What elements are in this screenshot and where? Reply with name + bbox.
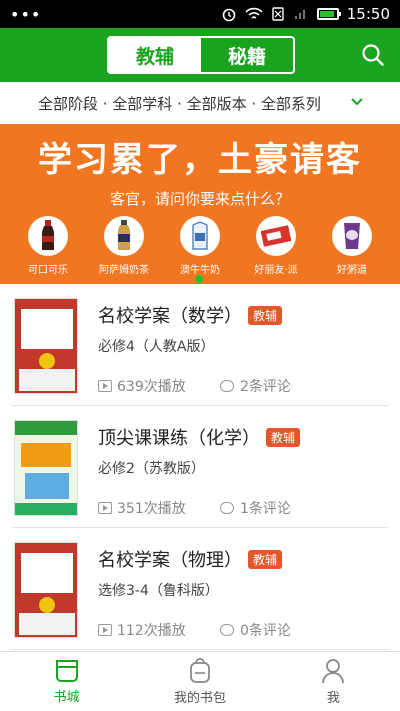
list-item[interactable]: 名校学案（数学） 教辅 必修4（人教A版） 639次播放 2条评论	[12, 284, 388, 406]
product-orion-pie[interactable]: 好丽友·派	[241, 216, 311, 276]
play-count: 112次播放	[117, 623, 186, 639]
app-header: 教辅 秘籍	[0, 28, 400, 82]
nav-label: 书城	[53, 689, 80, 705]
user-icon	[322, 658, 345, 683]
cola-bottle-icon	[28, 216, 68, 256]
product-coca-cola[interactable]: 可口可乐	[13, 216, 83, 276]
book-meta: 639次播放 2条评论	[98, 376, 291, 396]
nav-label: 我	[326, 690, 340, 706]
category-tag: 教辅	[248, 549, 283, 569]
banner-subtitle: 客官，请问你要来点什么？	[109, 190, 290, 208]
status-bar: ••• 15:50	[0, 0, 400, 28]
status-time: 15:50	[346, 5, 390, 23]
wifi-icon	[245, 7, 263, 19]
comment-group: 2条评论	[220, 376, 291, 396]
play-count: 639次播放	[117, 379, 186, 395]
backpack-icon	[190, 657, 210, 683]
nav-bookstore[interactable]: 书城	[0, 652, 133, 711]
comment-count: 2条评论	[240, 379, 291, 395]
product-label: 阿萨姆奶茶	[99, 265, 149, 276]
play-count: 351次播放	[117, 501, 186, 517]
book-title: 名校学案（物理）	[98, 550, 242, 571]
play-icon	[98, 380, 112, 392]
tea-bottle-icon	[104, 216, 144, 256]
book-edition: 必修4（人教A版）	[98, 339, 215, 355]
porridge-cup-icon	[332, 216, 372, 256]
comment-group: 1条评论	[220, 498, 291, 518]
list-item[interactable]: 顶尖课课练（化学） 教辅 必修2（苏教版） 351次播放 1条评论	[12, 406, 388, 528]
book-cover	[14, 298, 78, 394]
product-label: 好粥道	[337, 265, 367, 276]
book-meta: 351次播放 1条评论	[98, 498, 291, 518]
book-title-row: 名校学案（物理） 教辅	[98, 546, 283, 572]
comment-group: 0条评论	[220, 620, 291, 640]
product-assam-tea[interactable]: 阿萨姆奶茶	[89, 216, 159, 276]
comment-icon	[220, 380, 234, 392]
book-title-row: 顶尖课课练（化学） 教辅	[98, 424, 301, 450]
nav-label: 我的书包	[173, 690, 226, 706]
book-title: 顶尖课课练（化学）	[98, 428, 260, 449]
list-item[interactable]: 名校学案（物理） 教辅 选修3-4（鲁科版） 112次播放 0条评论	[12, 528, 388, 650]
book-edition: 选修3-4（鲁科版）	[98, 583, 219, 599]
tab-miji[interactable]: 秘籍	[201, 38, 293, 72]
bottom-nav: 书城 我的书包 我	[0, 651, 400, 711]
chevron-down-icon[interactable]	[350, 95, 364, 109]
promo-banner[interactable]: 学习累了，土豪请客 客官，请问你要来点什么？ 可口可乐 阿萨姆奶茶 澳牛牛奶 好…	[0, 124, 400, 284]
category-switch: 教辅 秘籍	[107, 36, 295, 74]
play-icon	[98, 624, 112, 636]
no-sim-icon	[272, 7, 284, 21]
book-edition: 必修2（苏教版）	[98, 461, 205, 477]
book-meta: 112次播放 0条评论	[98, 620, 291, 640]
battery-icon	[316, 8, 341, 20]
play-icon	[98, 502, 112, 514]
comment-count: 0条评论	[240, 623, 291, 639]
milk-box-icon	[180, 216, 220, 256]
signal-icon	[294, 10, 305, 19]
comment-icon	[220, 502, 234, 514]
tab-jiaofu[interactable]: 教辅	[109, 38, 201, 72]
product-porridge[interactable]: 好粥道	[317, 216, 387, 276]
category-tag: 教辅	[266, 427, 301, 447]
nav-me[interactable]: 我	[267, 652, 400, 711]
search-icon[interactable]	[360, 42, 386, 68]
notification-dots: •••	[10, 4, 42, 24]
nav-backpack[interactable]: 我的书包	[133, 652, 266, 711]
book-cover	[14, 420, 78, 516]
book-cover	[14, 542, 78, 638]
book-title: 名校学案（数学）	[98, 306, 242, 327]
filter-bar[interactable]: 全部阶段 · 全部学科 · 全部版本 · 全部系列	[0, 82, 400, 124]
product-label: 可口可乐	[28, 265, 68, 276]
category-tag: 教辅	[248, 305, 283, 325]
book-list: 名校学案（数学） 教辅 必修4（人教A版） 639次播放 2条评论 顶尖课课练（化…	[0, 284, 400, 650]
comment-count: 1条评论	[240, 501, 291, 517]
alarm-icon	[222, 8, 236, 22]
bookstore-icon	[55, 659, 78, 682]
comment-icon	[220, 624, 234, 636]
product-label: 澳牛牛奶	[180, 265, 220, 276]
snack-box-icon	[256, 216, 296, 256]
product-milk[interactable]: 澳牛牛奶	[165, 216, 235, 276]
book-title-row: 名校学案（数学） 教辅	[98, 302, 283, 328]
product-row: 可口可乐 阿萨姆奶茶 澳牛牛奶 好丽友·派 好粥道	[0, 216, 400, 276]
banner-title: 学习累了，土豪请客	[38, 140, 362, 180]
carousel-indicator	[195, 275, 203, 283]
filter-text: 全部阶段 · 全部学科 · 全部版本 · 全部系列	[38, 94, 321, 113]
product-label: 好丽友·派	[254, 265, 298, 276]
